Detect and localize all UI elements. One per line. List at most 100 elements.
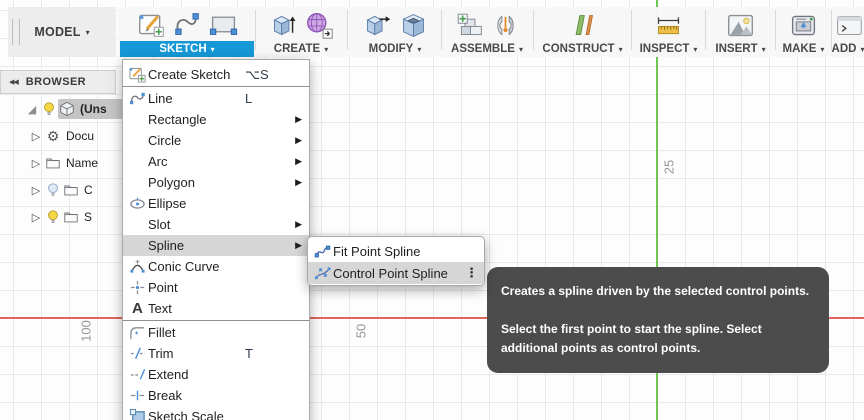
menu-make[interactable]: MAKE ▾ [776,41,831,57]
menu-item-label: Slot [148,217,171,232]
menu-label-construct: CONSTRUCT [542,43,615,56]
text-icon: A [126,300,148,317]
menu-modify[interactable]: MODIFY ▾ [348,41,442,57]
expand-node-icon[interactable]: ▷ [28,157,44,170]
visibility-bulb-on-icon[interactable] [44,209,62,225]
create-sketch-icon[interactable] [137,10,166,39]
browser-item-label: C [84,183,93,197]
menu-item-create-sketch[interactable]: Create Sketch ⌥S [123,64,309,85]
menu-item-text[interactable]: A Text [123,298,309,319]
toolbar-group-addins: ADD ▾ [832,7,864,57]
visibility-bulb-on-icon[interactable] [40,101,58,117]
toolbar-icons-create [269,7,334,41]
menu-item-arc[interactable]: Arc ▶ [123,151,309,172]
menu-item-break[interactable]: Break [123,385,309,406]
browser-header[interactable]: ◀◀ BROWSER [0,70,116,94]
tooltip-paragraph-2: Select the first point to start the spli… [501,322,762,355]
browser-title: BROWSER [25,76,87,88]
submenu-item-fit-point-spline[interactable]: Fit Point Spline [308,240,484,262]
more-options-icon[interactable]: ⋮ [465,265,478,281]
trim-icon [126,345,148,362]
fillet-icon [126,324,148,341]
addins-icon[interactable] [834,11,863,40]
rectangle-tool-icon[interactable] [209,10,238,39]
menu-item-trim[interactable]: Trim T [123,343,309,364]
menu-assemble[interactable]: ASSEMBLE ▾ [442,41,532,57]
toolbar-group-modify: MODIFY ▾ [348,7,442,57]
menu-insert[interactable]: INSERT ▾ [706,41,775,57]
menu-item-label: Trim [148,346,174,361]
menu-construct[interactable]: CONSTRUCT ▾ [534,41,631,57]
menu-item-ellipse[interactable]: Ellipse [123,193,309,214]
menu-item-circle[interactable]: Circle ▶ [123,130,309,151]
toolbar-separator [441,10,442,50]
expand-node-icon[interactable]: ▷ [28,130,44,143]
menu-divider [123,86,309,87]
workspace-label: MODEL [34,25,81,39]
expand-node-icon[interactable]: ▷ [28,184,44,197]
menu-item-label: Create Sketch [148,67,231,82]
menu-label-modify: MODIFY [368,43,414,56]
menu-item-conic-curve[interactable]: Conic Curve [123,256,309,277]
chevron-down-icon: ▾ [210,44,215,54]
menu-item-label: Break [148,388,182,403]
browser-item-label: S [84,210,93,224]
spline-tool-icon[interactable] [173,10,202,39]
toolbar-group-sketch: SKETCH ▾ [120,7,254,57]
toolbar-icons-make [789,7,818,41]
toolbar-group-construct: CONSTRUCT ▾ [534,7,631,57]
toolbar-grip[interactable] [12,19,20,45]
submenu-arrow-icon: ▶ [295,135,302,145]
toolbar-group-make: MAKE ▾ [776,7,831,57]
shell-icon[interactable] [399,11,428,40]
submenu-item-label: Fit Point Spline [333,243,421,259]
form-icon[interactable] [305,11,334,40]
new-component-icon[interactable] [455,11,484,40]
sketch-menu: Create Sketch ⌥S Line L Rectangle ▶ Circle ▶ Arc… [122,59,310,420]
menu-item-label: Spline [148,238,185,253]
browser-item-label: Docu [66,129,95,143]
expand-node-icon[interactable]: ▷ [28,211,44,224]
menu-item-fillet[interactable]: Fillet [123,322,309,343]
menu-item-line[interactable]: Line L [123,88,309,109]
workspace-switcher[interactable]: MODEL ▾ [8,7,116,57]
plane-icon[interactable] [568,11,597,40]
menu-item-label: Arc [148,154,168,169]
collapse-panel-icon[interactable]: ◀◀ [9,78,19,86]
svg-text:A: A [132,300,143,317]
menu-item-spline[interactable]: Spline ▶ [123,235,309,256]
extend-icon [126,366,148,383]
print-icon[interactable] [789,11,818,40]
shortcut-label: T [245,346,253,361]
menu-label-create: CREATE [273,43,321,56]
menu-label-addins: ADD [831,43,857,56]
menu-item-label: Sketch Scale [148,409,224,420]
line-icon [126,90,148,107]
submenu-arrow-icon: ▶ [295,114,302,124]
menu-inspect[interactable]: INSPECT ▾ [632,41,705,57]
measure-icon[interactable] [654,11,683,40]
image-icon[interactable] [726,11,755,40]
menu-sketch[interactable]: SKETCH ▾ [120,40,254,57]
toolbar-separator [831,10,832,50]
menu-item-rectangle[interactable]: Rectangle ▶ [123,109,309,130]
menu-item-slot[interactable]: Slot ▶ [123,214,309,235]
press-pull-icon[interactable] [363,11,392,40]
chevron-down-icon: ▾ [693,45,698,55]
menu-item-label: Circle [148,133,182,148]
menu-item-point[interactable]: Point [123,277,309,298]
menu-item-extend[interactable]: Extend [123,364,309,385]
submenu-item-control-point-spline[interactable]: Control Point Spline ⋮ [308,262,484,284]
menu-create[interactable]: CREATE ▾ [256,41,346,57]
collapse-node-icon[interactable]: ◢ [24,103,40,116]
extrude-icon[interactable] [269,11,298,40]
toolbar-icons-insert [726,7,755,41]
menu-item-polygon[interactable]: Polygon ▶ [123,172,309,193]
menu-addins[interactable]: ADD ▾ [832,41,864,57]
tooltip-paragraph-1: Creates a spline driven by the selected … [501,284,810,298]
visibility-bulb-off-icon[interactable] [44,182,62,198]
browser-item-label: Name [66,156,99,170]
chevron-down-icon: ▾ [820,45,825,55]
menu-item-sketch-scale[interactable]: Sketch Scale [123,406,309,420]
joint-icon[interactable] [491,11,520,40]
